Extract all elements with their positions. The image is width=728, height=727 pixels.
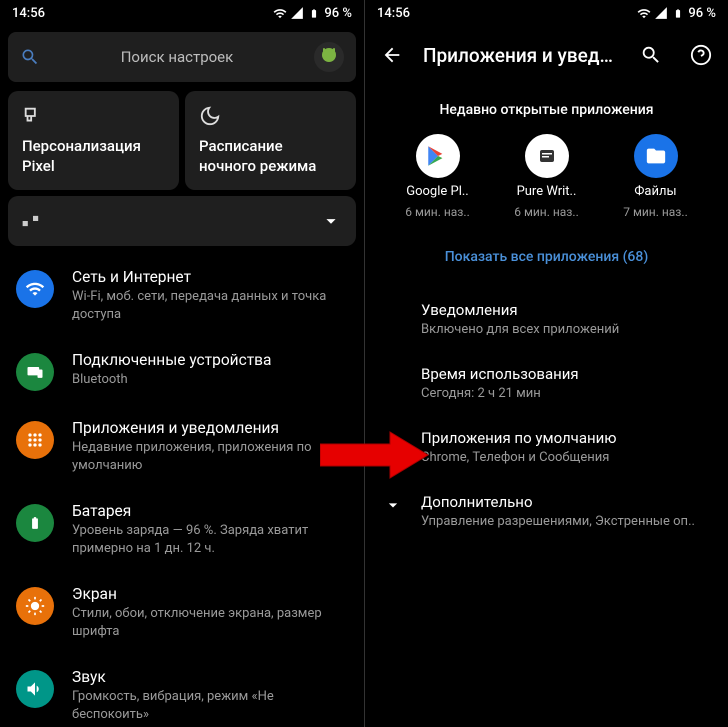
display-icon [16,587,54,625]
card-night-schedule[interactable]: Расписание ночного режима [185,91,356,190]
status-bar: 14:56 96 % [365,0,728,26]
item-body: Приложения и уведомления Недавние прилож… [72,419,348,474]
back-button[interactable] [373,36,411,74]
option-title: Приложения по умолчанию [421,429,708,447]
card-label: Персонализация Pixel [22,137,165,176]
recent-apps: Google Pl.. 6 мин. наз.. Pure Writ.. 6 м… [365,132,728,229]
item-title: Сеть и Интернет [72,268,348,286]
help-button[interactable] [682,36,720,74]
item-sub: Недавние приложения, приложения по умолч… [72,439,348,474]
apps-notifications-screen: 14:56 96 % Приложения и уведо... Недавно… [364,0,728,727]
search-icon [20,47,40,67]
option-notifications[interactable]: Уведомления Включено для всех приложений [365,287,728,351]
battery-pct: 96 % [688,6,716,21]
status-right: 96 % [637,6,716,21]
item-body: Батарея Уровень заряда — 96 %. Заряда хв… [72,502,348,557]
satellite-icon [22,210,44,232]
status-bar: 14:56 96 % [0,0,364,26]
option-title: Уведомления [421,301,708,319]
devices-icon [16,353,54,391]
item-title: Подключенные устройства [72,351,348,369]
option-sub: Управление разрешениями, Экстренные оп.. [421,514,708,529]
item-display[interactable]: Экран Стили, обои, отключение экрана, ра… [0,571,364,654]
app-time: 6 мин. наз.. [514,205,578,219]
wifi-icon [16,270,54,308]
item-title: Экран [72,585,348,603]
files-icon [634,134,678,178]
card-personalization[interactable]: Персонализация Pixel [8,91,179,190]
option-title: Время использования [421,365,708,383]
recent-app-files[interactable]: Файлы 7 мин. наз.. [611,134,701,219]
brush-icon [22,105,44,127]
search-button[interactable] [632,36,670,74]
search-bar[interactable]: Поиск настроек [8,32,356,82]
item-body: Экран Стили, обои, отключение экрана, ра… [72,585,348,640]
chevron-down-icon [320,210,342,232]
option-default-apps[interactable]: Приложения по умолчанию Chrome, Телефон … [365,415,728,479]
battery-pct: 96 % [324,6,352,21]
item-sound[interactable]: Звук Громкость, вибрация, режим «Не бесп… [0,654,364,727]
app-name: Pure Writ.. [517,184,577,199]
options-list: Уведомления Включено для всех приложений… [365,287,728,543]
item-battery[interactable]: Батарея Уровень заряда — 96 %. Заряда хв… [0,488,364,571]
settings-main-screen: 14:56 96 % Поиск настроек Персонализация… [0,0,364,727]
page-header: Приложения и уведо... [365,26,728,84]
wifi-icon [273,6,287,20]
apps-icon [16,421,54,459]
item-sub: Громкость, вибрация, режим «Не беспокоит… [72,688,348,723]
signal-icon [654,6,668,20]
battery-icon [671,6,685,20]
item-body: Звук Громкость, вибрация, режим «Не бесп… [72,668,348,723]
expand-bar[interactable] [8,196,356,246]
show-all-apps[interactable]: Показать все приложения (68) [365,229,728,287]
search-placeholder: Поиск настроек [52,48,302,66]
wifi-icon [637,6,651,20]
recent-apps-title: Недавно открытые приложения [365,84,728,132]
page-title: Приложения и уведо... [423,44,620,67]
recent-app-google-play[interactable]: Google Pl.. 6 мин. наз.. [393,134,483,219]
sound-icon [16,670,54,708]
avatar[interactable] [314,42,344,72]
signal-icon [290,6,304,20]
item-apps[interactable]: Приложения и уведомления Недавние прилож… [0,405,364,488]
app-time: 6 мин. наз.. [405,205,469,219]
recent-app-pure-writer[interactable]: Pure Writ.. 6 мин. наз.. [502,134,592,219]
pure-writer-icon [525,134,569,178]
item-sub: Bluetooth [72,371,348,389]
item-body: Сеть и Интернет Wi-Fi, моб. сети, переда… [72,268,348,323]
play-store-icon [416,134,460,178]
item-network[interactable]: Сеть и Интернет Wi-Fi, моб. сети, переда… [0,254,364,337]
item-sub: Wi-Fi, моб. сети, передача данных и точк… [72,288,348,323]
app-name: Файлы [634,184,676,199]
option-sub: Chrome, Телефон и Сообщения [421,450,708,465]
option-advanced[interactable]: Дополнительно Управление разрешениями, Э… [365,479,728,543]
item-title: Батарея [72,502,348,520]
app-time: 7 мин. наз.. [623,205,687,219]
settings-list: Сеть и Интернет Wi-Fi, моб. сети, переда… [0,254,364,727]
battery-icon [307,6,321,20]
status-time: 14:56 [377,6,410,21]
chevron-down-icon [383,495,403,515]
item-title: Приложения и уведомления [72,419,348,437]
option-sub: Сегодня: 2 ч 21 мин [421,386,708,401]
item-body: Подключенные устройства Bluetooth [72,351,348,389]
option-screen-time[interactable]: Время использования Сегодня: 2 ч 21 мин [365,351,728,415]
status-right: 96 % [273,6,352,21]
moon-icon [199,105,221,127]
item-title: Звук [72,668,348,686]
battery-icon [16,504,54,542]
item-connected[interactable]: Подключенные устройства Bluetooth [0,337,364,405]
app-name: Google Pl.. [406,184,468,199]
item-sub: Стили, обои, отключение экрана, размер ш… [72,605,348,640]
item-sub: Уровень заряда — 96 %. Заряда хватит при… [72,522,348,557]
option-title: Дополнительно [421,493,708,511]
quick-cards: Персонализация Pixel Расписание ночного … [8,91,356,190]
status-time: 14:56 [12,6,45,21]
card-label: Расписание ночного режима [199,137,342,176]
option-sub: Включено для всех приложений [421,322,708,337]
